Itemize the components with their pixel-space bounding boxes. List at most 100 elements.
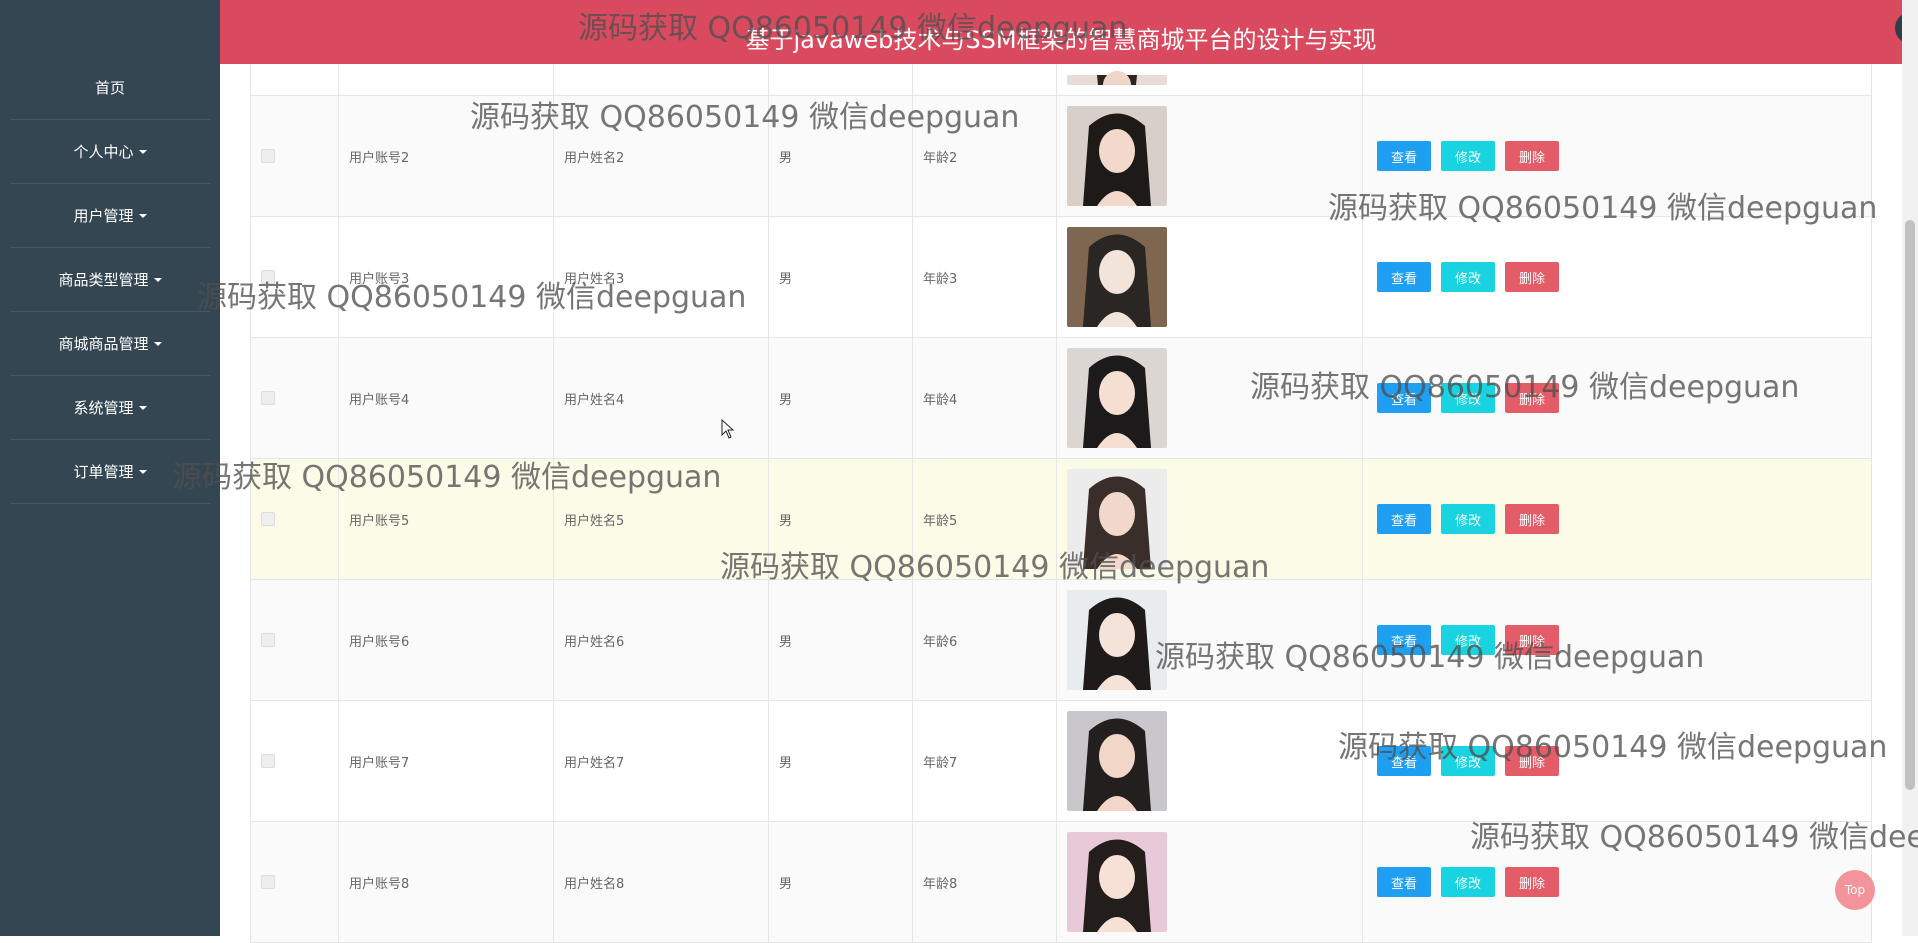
name-cell: 用户姓名3 xyxy=(554,217,769,337)
photo-cell xyxy=(1057,338,1363,458)
page-scrollbar-thumb[interactable] xyxy=(1905,220,1915,790)
edit-button[interactable]: 修改 xyxy=(1441,141,1496,171)
age-cell: 年龄8 xyxy=(913,822,1057,942)
user-photo xyxy=(1067,106,1167,206)
table-row: 用户账号6 用户姓名6 男年龄6 查看 修改 删除 xyxy=(251,580,1871,701)
sidebar-item-mall-product-management[interactable]: 商城商品管理 xyxy=(10,312,210,376)
sidebar-item-label: 个人中心 xyxy=(73,143,134,161)
table-row: 用户账号2 用户姓名2 男年龄2 查看 修改 删除 xyxy=(251,96,1871,217)
actions-cell: 查看 修改 删除 xyxy=(1363,96,1871,216)
row-checkbox[interactable] xyxy=(261,512,275,526)
table-row: 用户账号3 用户姓名3 男年龄3 查看 修改 删除 xyxy=(251,217,1871,338)
sidebar-item-label: 用户管理 xyxy=(73,207,134,225)
row-checkbox[interactable] xyxy=(261,875,275,889)
sex-cell: 男 xyxy=(769,822,913,942)
account-cell: 用户账号2 xyxy=(339,96,554,216)
sex-cell: 男 xyxy=(769,217,913,337)
view-button[interactable]: 查看 xyxy=(1377,867,1432,897)
top-header-bar: 基于javaweb技术与SSM框架的智慧商城平台的设计与实现 xyxy=(220,0,1918,64)
delete-button[interactable]: 删除 xyxy=(1505,262,1560,292)
caret-down-icon xyxy=(153,277,162,282)
actions-cell: 查看 修改 删除 xyxy=(1363,822,1871,942)
row-checkbox-cell xyxy=(251,459,339,579)
sex-cell: 男 xyxy=(769,580,913,700)
account-cell: 用户账号3 xyxy=(339,217,554,337)
caret-down-icon xyxy=(153,341,162,346)
row-checkbox[interactable] xyxy=(261,270,275,284)
edit-button[interactable]: 修改 xyxy=(1441,504,1496,534)
edit-button[interactable]: 修改 xyxy=(1441,746,1496,776)
sidebar-item-personal-center[interactable]: 个人中心 xyxy=(10,120,210,184)
sidebar-item-user-management[interactable]: 用户管理 xyxy=(10,184,210,248)
actions-cell: 查看 修改 删除 xyxy=(1363,459,1871,579)
photo-cell xyxy=(1057,217,1363,337)
sex-cell: 男 xyxy=(769,701,913,821)
account-cell: 用户账号6 xyxy=(339,580,554,700)
name-cell: 用户姓名8 xyxy=(554,822,769,942)
sidebar-item-system-management[interactable]: 系统管理 xyxy=(10,376,210,440)
row-checkbox[interactable] xyxy=(261,149,275,163)
row-checkbox-cell xyxy=(251,96,339,216)
actions-cell: 查看 修改 删除 xyxy=(1363,580,1871,700)
view-button[interactable]: 查看 xyxy=(1377,504,1432,534)
user-photo xyxy=(1067,348,1167,448)
name-cell: 用户姓名6 xyxy=(554,580,769,700)
delete-button[interactable]: 删除 xyxy=(1505,383,1560,413)
view-button[interactable]: 查看 xyxy=(1377,262,1432,292)
photo-cell xyxy=(1057,580,1363,700)
caret-down-icon xyxy=(138,213,147,218)
back-to-top-button[interactable]: Top xyxy=(1835,870,1875,910)
sidebar-item-label: 系统管理 xyxy=(73,399,134,417)
delete-button[interactable]: 删除 xyxy=(1505,867,1560,897)
table-row: 用户账号4 用户姓名4 男年龄4 查看 修改 删除 xyxy=(251,338,1871,459)
actions-cell: 查看 修改 删除 xyxy=(1363,701,1871,821)
account-cell: 用户账号4 xyxy=(339,338,554,458)
name-cell: 用户姓名2 xyxy=(554,96,769,216)
age-cell: 年龄5 xyxy=(913,459,1057,579)
actions-cell: 查看 修改 删除 xyxy=(1363,338,1871,458)
row-checkbox-cell xyxy=(251,701,339,821)
name-cell: 用户姓名4 xyxy=(554,338,769,458)
view-button[interactable]: 查看 xyxy=(1377,746,1432,776)
row-checkbox-cell xyxy=(251,822,339,942)
delete-button[interactable]: 删除 xyxy=(1505,746,1560,776)
account-cell: 用户账号7 xyxy=(339,701,554,821)
row-checkbox[interactable] xyxy=(261,754,275,768)
sidebar-item-label: 商城商品管理 xyxy=(58,335,149,353)
edit-button[interactable]: 修改 xyxy=(1441,625,1496,655)
user-table: 用户账号2 用户姓名2 男年龄2 查看 修改 删除 用户账号3 用户姓名3 男年龄3 查看 修改 删除… xyxy=(250,0,1872,943)
delete-button[interactable]: 删除 xyxy=(1505,504,1560,534)
sidebar-item-label: 首页 xyxy=(94,79,125,97)
caret-down-icon xyxy=(138,469,147,474)
age-cell: 年龄4 xyxy=(913,338,1057,458)
actions-cell: 查看 修改 删除 xyxy=(1363,217,1871,337)
row-checkbox-cell xyxy=(251,580,339,700)
table-row: 用户账号8 用户姓名8 男年龄8 查看 修改 删除 xyxy=(251,822,1871,943)
sidebar-item-home[interactable]: 首页 xyxy=(10,56,210,120)
photo-cell xyxy=(1057,96,1363,216)
site-title: 基于javaweb技术与SSM框架的智慧商城平台的设计与实现 xyxy=(745,26,1377,54)
edit-button[interactable]: 修改 xyxy=(1441,262,1496,292)
delete-button[interactable]: 删除 xyxy=(1505,141,1560,171)
account-cell: 用户账号8 xyxy=(339,822,554,942)
sidebar-item-product-type-management[interactable]: 商品类型管理 xyxy=(10,248,210,312)
age-cell: 年龄6 xyxy=(913,580,1057,700)
sex-cell: 男 xyxy=(769,96,913,216)
age-cell: 年龄2 xyxy=(913,96,1057,216)
photo-cell xyxy=(1057,822,1363,942)
delete-button[interactable]: 删除 xyxy=(1505,625,1560,655)
user-photo xyxy=(1067,469,1167,569)
user-photo xyxy=(1067,590,1167,690)
sidebar-item-label: 商品类型管理 xyxy=(58,271,149,289)
sidebar: 首页 个人中心 用户管理 商品类型管理 商城商品管理 系统管理 订单管理 xyxy=(0,0,220,936)
edit-button[interactable]: 修改 xyxy=(1441,383,1496,413)
age-cell: 年龄7 xyxy=(913,701,1057,821)
edit-button[interactable]: 修改 xyxy=(1441,867,1496,897)
view-button[interactable]: 查看 xyxy=(1377,141,1432,171)
row-checkbox[interactable] xyxy=(261,633,275,647)
row-checkbox[interactable] xyxy=(261,391,275,405)
row-checkbox-cell xyxy=(251,217,339,337)
view-button[interactable]: 查看 xyxy=(1377,625,1432,655)
sidebar-item-order-management[interactable]: 订单管理 xyxy=(10,440,210,504)
view-button[interactable]: 查看 xyxy=(1377,383,1432,413)
